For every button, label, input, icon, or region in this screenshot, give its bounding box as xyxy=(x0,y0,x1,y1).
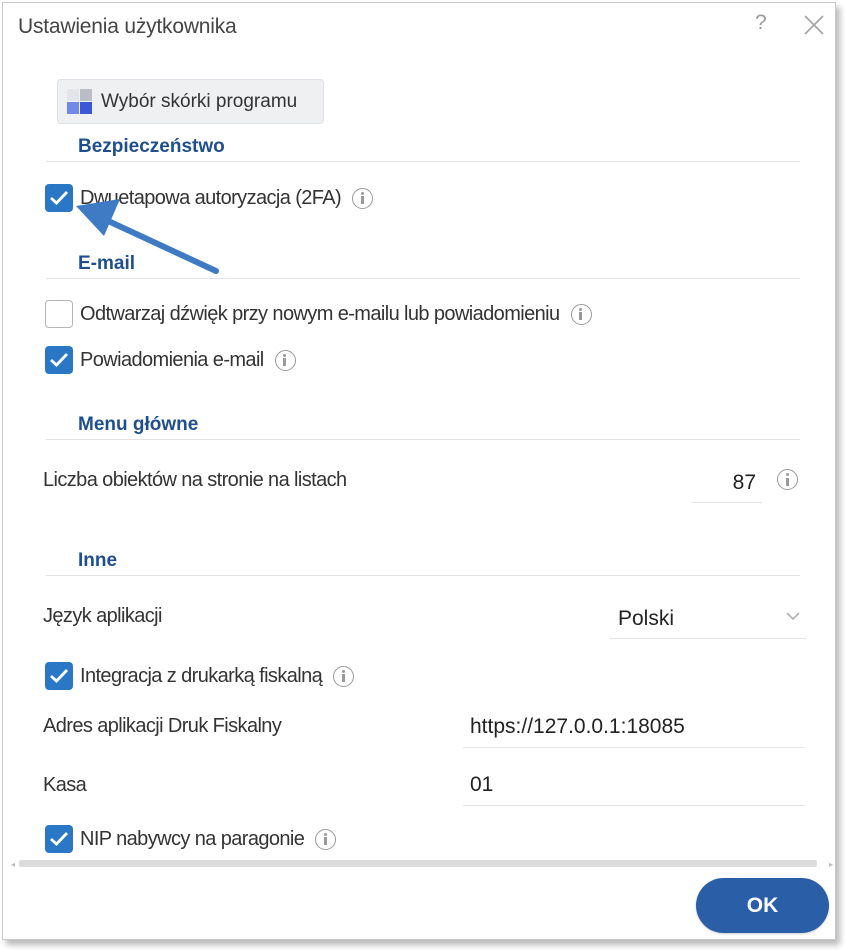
info-icon[interactable] xyxy=(352,187,374,209)
fiscal-address-label: Adres aplikacji Druk Fiskalny xyxy=(43,715,282,737)
horizontal-scrollbar[interactable]: ◂ ▸ xyxy=(11,859,833,869)
buyer-nip-label: NIP nabywcy na paragonie xyxy=(80,827,305,850)
chevron-down-icon xyxy=(786,612,800,621)
section-title-other: Inne xyxy=(78,550,118,571)
section-divider xyxy=(46,161,800,162)
two-factor-label: Dwuetapowa autoryzacja (2FA) xyxy=(80,186,342,209)
skin-palette-icon xyxy=(67,88,93,115)
info-icon[interactable] xyxy=(274,349,296,371)
user-settings-dialog: Ustawienia użytkownika ? Wybór skórki pr… xyxy=(2,2,836,940)
fiscal-printer-label: Integracja z drukarką fiskalną xyxy=(80,664,323,687)
dialog-titlebar: Ustawienia użytkownika ? xyxy=(3,3,835,51)
section-title-email: E-mail xyxy=(78,253,136,274)
language-select[interactable]: Polski xyxy=(610,597,806,639)
section-divider xyxy=(46,278,800,279)
two-factor-row: Dwuetapowa autoryzacja (2FA) xyxy=(45,183,374,213)
section-divider xyxy=(46,439,800,440)
language-select-value: Polski xyxy=(618,607,675,630)
register-label: Kasa xyxy=(43,774,87,796)
info-icon[interactable] xyxy=(315,828,337,850)
fiscal-address-input[interactable] xyxy=(463,706,805,748)
two-factor-checkbox[interactable] xyxy=(45,184,73,212)
close-icon[interactable] xyxy=(801,12,827,38)
dialog-title: Ustawienia użytkownika xyxy=(18,15,237,38)
help-icon[interactable]: ? xyxy=(755,11,767,35)
skin-select-label: Wybór skórki programu xyxy=(101,90,298,112)
section-title-main-menu: Menu główne xyxy=(78,414,199,435)
scroll-right-icon[interactable]: ▸ xyxy=(829,860,833,869)
buyer-nip-row: NIP nabywcy na paragonie xyxy=(45,824,337,854)
email-sound-row: Odtwarzaj dźwięk przy nowym e-mailu lub … xyxy=(45,299,592,329)
language-label: Język aplikacji xyxy=(43,605,162,627)
email-notifications-label: Powiadomienia e-mail xyxy=(80,348,264,371)
skin-select-button[interactable]: Wybór skórki programu xyxy=(57,79,324,124)
info-icon[interactable] xyxy=(333,665,355,687)
items-per-page-input[interactable] xyxy=(691,463,762,503)
info-icon[interactable] xyxy=(777,469,798,490)
info-icon[interactable] xyxy=(570,303,592,325)
scrollbar-thumb[interactable] xyxy=(19,860,817,867)
buyer-nip-checkbox[interactable] xyxy=(45,825,73,853)
fiscal-printer-checkbox[interactable] xyxy=(45,662,73,690)
email-notifications-row: Powiadomienia e-mail xyxy=(45,345,296,375)
fiscal-printer-row: Integracja z drukarką fiskalną xyxy=(45,661,355,691)
register-input[interactable] xyxy=(463,764,805,806)
scroll-left-icon[interactable]: ◂ xyxy=(11,860,15,869)
ok-button[interactable]: OK xyxy=(696,878,829,933)
items-per-page-label: Liczba obiektów na stronie na listach xyxy=(43,469,347,491)
email-sound-checkbox[interactable] xyxy=(45,300,73,328)
email-sound-label: Odtwarzaj dźwięk przy nowym e-mailu lub … xyxy=(80,302,560,325)
email-notifications-checkbox[interactable] xyxy=(45,346,73,374)
section-divider xyxy=(46,575,800,576)
section-title-security: Bezpieczeństwo xyxy=(78,136,225,157)
